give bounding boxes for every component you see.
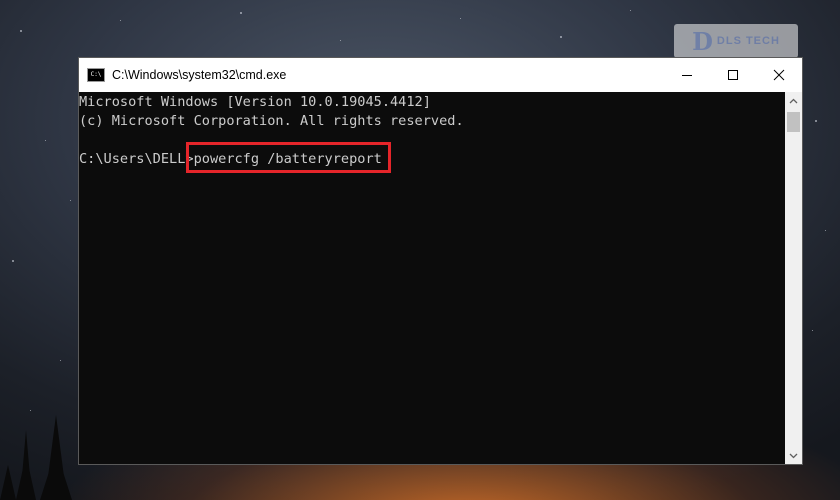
scroll-thumb[interactable]	[787, 112, 800, 132]
scroll-down-arrow-icon	[789, 453, 798, 458]
cmd-app-icon[interactable]: C:\	[87, 68, 105, 82]
cmd-app-icon-label: C:\	[90, 71, 102, 78]
window-controls	[664, 58, 802, 92]
maximize-icon	[728, 70, 738, 80]
scroll-down-button[interactable]	[785, 447, 802, 464]
title-bar[interactable]: C:\ C:\Windows\system32\cmd.exe	[79, 58, 802, 92]
close-button[interactable]	[756, 58, 802, 92]
vertical-scrollbar[interactable]	[785, 92, 802, 464]
maximize-button[interactable]	[710, 58, 756, 92]
console-prompt: C:\Users\DELL>	[79, 151, 194, 167]
watermark-text: DLS TECH	[716, 35, 780, 47]
watermark-mark: D	[692, 26, 713, 56]
cmd-window[interactable]: C:\ C:\Windows\system32\cmd.exe Microsof…	[79, 58, 802, 464]
scroll-up-button[interactable]	[785, 92, 802, 109]
console-line-version: Microsoft Windows [Version 10.0.19045.44…	[79, 94, 431, 110]
minimize-button[interactable]	[664, 58, 710, 92]
brand-watermark-logo: D DLS TECH	[674, 24, 798, 58]
minimize-icon	[682, 75, 692, 76]
close-icon	[773, 69, 785, 81]
command-highlight-box	[186, 142, 391, 173]
tree-silhouettes	[0, 415, 72, 500]
console-line-copyright: (c) Microsoft Corporation. All rights re…	[79, 113, 464, 129]
window-title: C:\Windows\system32\cmd.exe	[112, 68, 287, 82]
scroll-up-arrow-icon	[789, 98, 798, 103]
console-output-area[interactable]: Microsoft Windows [Version 10.0.19045.44…	[79, 92, 785, 464]
